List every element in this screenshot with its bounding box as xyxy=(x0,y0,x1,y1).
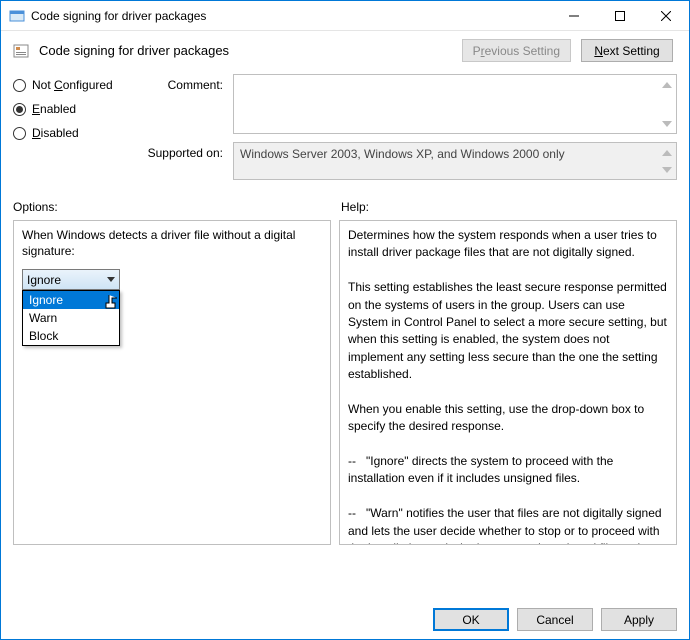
help-panel: Determines how the system responds when … xyxy=(339,220,677,545)
comment-textarea[interactable] xyxy=(233,74,677,134)
radio-icon xyxy=(13,127,26,140)
scroll-down-icon xyxy=(659,162,674,177)
help-text: Determines how the system responds when … xyxy=(348,227,668,545)
signature-response-combobox[interactable]: Ignore Ignore Warn Block xyxy=(22,269,120,290)
ok-button[interactable]: OK xyxy=(433,608,509,631)
options-section-label: Options: xyxy=(13,200,341,214)
maximize-button[interactable] xyxy=(597,1,643,30)
radio-enabled[interactable]: Enabled xyxy=(13,102,133,116)
minimize-button[interactable] xyxy=(551,1,597,30)
title-bar: Code signing for driver packages xyxy=(1,1,689,31)
previous-setting-button: Previous Setting xyxy=(462,39,571,62)
app-icon xyxy=(9,8,25,24)
help-section-label: Help: xyxy=(341,200,369,214)
window-title: Code signing for driver packages xyxy=(31,9,551,23)
policy-icon xyxy=(13,43,29,59)
dropdown-option-block[interactable]: Block xyxy=(23,327,119,345)
close-button[interactable] xyxy=(643,1,689,30)
options-panel: When Windows detects a driver file witho… xyxy=(13,220,331,545)
chevron-down-icon xyxy=(107,277,115,282)
dropdown-option-warn[interactable]: Warn xyxy=(23,309,119,327)
radio-not-configured[interactable]: Not Configured xyxy=(13,78,133,92)
scroll-up-icon xyxy=(659,145,674,160)
options-prompt: When Windows detects a driver file witho… xyxy=(22,227,322,259)
radio-disabled[interactable]: Disabled xyxy=(13,126,133,140)
dropdown-option-ignore[interactable]: Ignore xyxy=(23,291,119,309)
cancel-button[interactable]: Cancel xyxy=(517,608,593,631)
combobox-dropdown: Ignore Warn Block xyxy=(22,290,120,346)
page-title: Code signing for driver packages xyxy=(39,43,452,58)
supported-label: Supported on: xyxy=(145,142,233,160)
combobox-value: Ignore xyxy=(27,273,61,287)
radio-icon xyxy=(13,103,26,116)
supported-on-field: Windows Server 2003, Windows XP, and Win… xyxy=(233,142,677,180)
scroll-down-icon xyxy=(659,116,674,131)
comment-label: Comment: xyxy=(145,74,233,92)
scroll-up-icon xyxy=(659,77,674,92)
apply-button[interactable]: Apply xyxy=(601,608,677,631)
radio-icon xyxy=(13,79,26,92)
next-setting-button[interactable]: Next Setting xyxy=(581,39,673,62)
